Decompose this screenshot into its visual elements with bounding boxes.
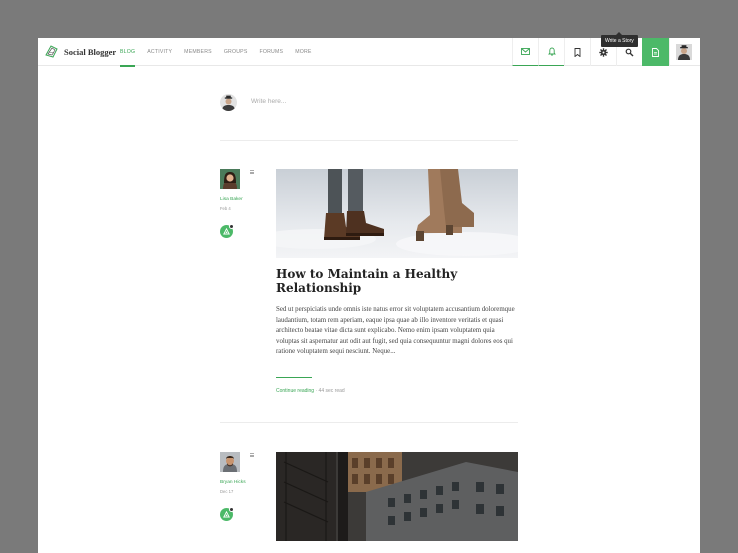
post-card: Lisa Baker Feb 4 How to Maintain a Healt…	[220, 169, 518, 423]
write-story-button[interactable]	[642, 38, 669, 66]
meta-separator: ·	[315, 388, 318, 394]
messages-button[interactable]	[512, 38, 538, 66]
bookmarks-button[interactable]	[564, 38, 590, 66]
nav-activity[interactable]: ACTIVITY	[147, 38, 172, 66]
post-title[interactable]: How to Maintain a Healthy Relationship	[276, 267, 518, 295]
document-icon	[652, 47, 659, 57]
badge-icon[interactable]	[220, 507, 234, 521]
nav-groups[interactable]: GROUPS	[224, 38, 248, 66]
read-time: 44 sec read	[318, 388, 345, 394]
author-avatar[interactable]	[220, 452, 240, 472]
main-nav: BLOG ACTIVITY MEMBERS GROUPS FORUMS MORE	[120, 38, 324, 67]
post-image[interactable]	[276, 169, 518, 258]
nav-blog[interactable]: BLOG	[120, 38, 136, 67]
search-icon	[625, 48, 634, 56]
post-meta: Continue reading · 44 sec read	[276, 388, 345, 394]
post-date: Dec 17	[220, 489, 234, 494]
app-name: Social Blogger	[64, 46, 117, 57]
user-menu-avatar[interactable]	[669, 38, 697, 66]
nav-members[interactable]: MEMBERS	[184, 38, 212, 66]
post-menu-icon[interactable]	[250, 170, 254, 175]
nav-more[interactable]: MORE	[295, 38, 311, 66]
post-date: Feb 4	[220, 206, 231, 211]
composer-avatar	[220, 94, 237, 111]
badge-dot	[229, 507, 234, 512]
divider	[276, 377, 312, 378]
author-name[interactable]: Bryan Hicks	[220, 480, 260, 485]
nav-forums[interactable]: FORUMS	[260, 38, 284, 66]
notifications-button[interactable]	[538, 38, 564, 66]
post-author: Lisa Baker Feb 4	[220, 169, 260, 238]
badge-icon[interactable]	[220, 224, 234, 238]
post-menu-icon[interactable]	[250, 453, 254, 458]
gear-icon	[599, 47, 608, 57]
post-image[interactable]	[276, 452, 518, 541]
post-excerpt: Sed ut perspiciatis unde omnis iste natu…	[276, 306, 515, 356]
author-name[interactable]: Lisa Baker	[220, 197, 260, 202]
badge-dot	[229, 224, 234, 229]
bookmark-icon	[574, 47, 581, 57]
bell-icon	[547, 47, 556, 56]
logo[interactable]: Social Blogger	[44, 44, 116, 59]
avatar	[675, 44, 692, 60]
composer: Write here...	[220, 94, 518, 141]
app-window: Social Blogger BLOG ACTIVITY MEMBERS GRO…	[38, 38, 700, 553]
composer-input[interactable]: Write here...	[251, 98, 286, 105]
logo-icon	[44, 44, 59, 59]
mail-icon	[521, 48, 530, 55]
continue-reading-link[interactable]: Continue reading	[276, 388, 314, 394]
author-avatar[interactable]	[220, 169, 240, 189]
post-author: Bryan Hicks Dec 17	[220, 452, 260, 521]
write-story-tooltip: Write a Story	[601, 32, 638, 47]
post-card: Bryan Hicks Dec 17	[220, 452, 518, 553]
